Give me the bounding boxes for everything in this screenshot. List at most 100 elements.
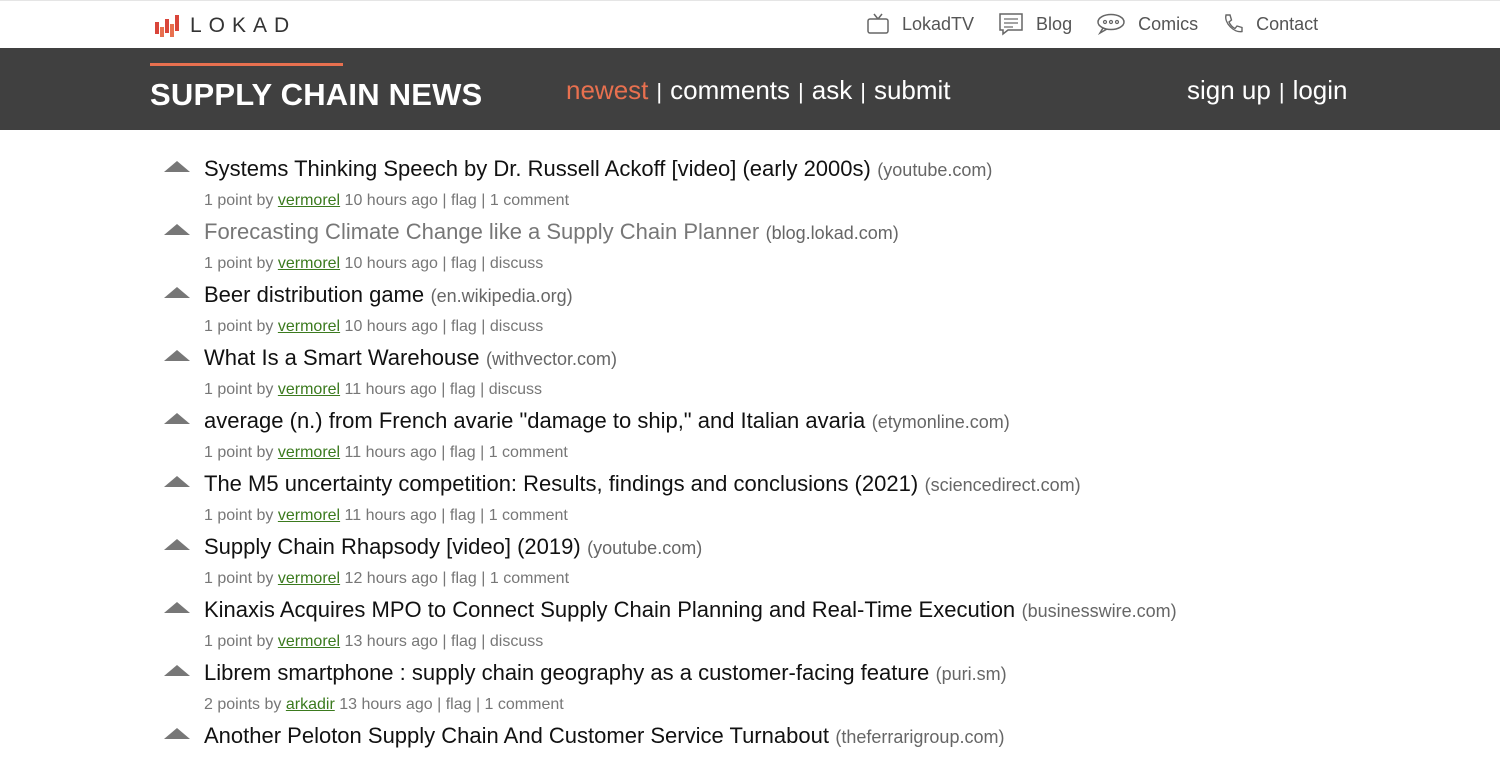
upvote-arrow-icon[interactable] (164, 539, 190, 550)
story-user-link[interactable]: vermorel (278, 192, 340, 209)
story-user-link[interactable]: arkadir (286, 696, 335, 713)
blog-icon (999, 13, 1023, 36)
upvote-arrow-icon[interactable] (164, 287, 190, 298)
nav-separator: | (1278, 79, 1285, 104)
story-item: Beer distribution game (en.wikipedia.org… (0, 276, 1500, 339)
story-by: by (256, 381, 274, 398)
upvote-arrow-icon[interactable] (164, 728, 190, 739)
upvote-arrow-icon[interactable] (164, 161, 190, 172)
story-title-line: Forecasting Climate Change like a Supply… (204, 219, 899, 245)
story-discussion-link[interactable]: 1 comment (485, 696, 564, 713)
lokad-logo-icon (155, 15, 179, 37)
story-user-link[interactable]: vermorel (278, 318, 340, 335)
story-title-line: Supply Chain Rhapsody [video] (2019) (yo… (204, 534, 702, 560)
story-discussion-link[interactable]: discuss (490, 255, 543, 272)
upvote-arrow-icon[interactable] (164, 476, 190, 487)
comics-icon (1097, 13, 1125, 35)
story-flag-link[interactable]: flag (446, 696, 472, 713)
story-flag-link[interactable]: flag (450, 507, 476, 524)
nav-separator: | (860, 79, 866, 104)
tv-icon (867, 13, 889, 34)
story-item: Another Peloton Supply Chain And Custome… (0, 717, 1500, 780)
story-title-link[interactable]: What Is a Smart Warehouse (204, 345, 480, 370)
meta-separator: | (442, 570, 447, 587)
upvote-arrow-icon[interactable] (164, 665, 190, 676)
topnav-contact-label: Contact (1256, 13, 1319, 34)
site-title-wrap: SUPPLY CHAIN NEWS (150, 63, 482, 113)
story-by: by (256, 318, 274, 335)
story-title-link[interactable]: Forecasting Climate Change like a Supply… (204, 219, 759, 244)
story-title-link[interactable]: Beer distribution game (204, 282, 424, 307)
nav-ask[interactable]: ask (812, 75, 852, 106)
meta-separator: | (442, 255, 447, 272)
upvote-arrow-icon[interactable] (164, 350, 190, 361)
story-title-link[interactable]: Systems Thinking Speech by Dr. Russell A… (204, 156, 871, 181)
story-age: 11 hours ago (344, 444, 437, 461)
story-discussion-link[interactable]: discuss (490, 633, 543, 650)
site-title[interactable]: SUPPLY CHAIN NEWS (150, 77, 482, 112)
story-title-link[interactable]: Another Peloton Supply Chain And Custome… (204, 723, 829, 748)
story-flag-link[interactable]: flag (451, 255, 477, 272)
nav-submit[interactable]: submit (874, 75, 951, 106)
story-domain: (blog.lokad.com) (765, 223, 899, 243)
topnav-lokadtv[interactable]: LokadTV (866, 12, 974, 36)
story-discussion-link[interactable]: 1 comment (489, 507, 568, 524)
story-user-link[interactable]: vermorel (278, 507, 340, 524)
topnav-comics[interactable]: Comics (1096, 13, 1198, 35)
story-discussion-link[interactable]: 1 comment (489, 444, 568, 461)
story-meta: 1 point by vermorel 10 hours ago | flag … (204, 255, 543, 273)
story-user-link[interactable]: vermorel (278, 633, 340, 650)
topnav-blog-label: Blog (1036, 13, 1073, 34)
story-flag-link[interactable]: flag (451, 633, 477, 650)
story-title-link[interactable]: The M5 uncertainty competition: Results,… (204, 471, 918, 496)
signup-link[interactable]: sign up (1187, 75, 1271, 106)
story-item: What Is a Smart Warehouse (withvector.co… (0, 339, 1500, 402)
upvote-arrow-icon[interactable] (164, 413, 190, 424)
story-title-link[interactable]: Librem smartphone : supply chain geograp… (204, 660, 929, 685)
story-title-link[interactable]: average (n.) from French avarie "damage … (204, 408, 865, 433)
story-item: Systems Thinking Speech by Dr. Russell A… (0, 150, 1500, 213)
story-flag-link[interactable]: flag (450, 381, 476, 398)
story-user-link[interactable]: vermorel (278, 570, 340, 587)
story-by: by (256, 507, 274, 524)
story-age: 10 hours ago (344, 318, 438, 335)
story-flag-link[interactable]: flag (451, 570, 477, 587)
story-discussion-link[interactable]: 1 comment (490, 570, 569, 587)
story-discussion-link[interactable]: discuss (489, 381, 542, 398)
story-title-link[interactable]: Kinaxis Acquires MPO to Connect Supply C… (204, 597, 1015, 622)
upvote-arrow-icon[interactable] (164, 602, 190, 613)
story-age: 13 hours ago (344, 633, 438, 650)
story-flag-link[interactable]: flag (450, 444, 476, 461)
story-user-link[interactable]: vermorel (278, 255, 340, 272)
story-points: 1 point (204, 633, 253, 650)
meta-separator: | (442, 192, 447, 209)
nav-comments[interactable]: comments (670, 75, 790, 106)
story-domain: (en.wikipedia.org) (430, 286, 573, 306)
nav-newest[interactable]: newest (566, 75, 648, 106)
story-discussion-link[interactable]: 1 comment (490, 192, 569, 209)
title-accent-bar (150, 63, 343, 66)
story-age: 12 hours ago (344, 570, 438, 587)
meta-separator: | (481, 192, 486, 209)
lokad-logo[interactable]: LOKAD (155, 13, 296, 39)
story-meta: 1 point by vermorel 11 hours ago | flag … (204, 507, 568, 525)
topnav-contact[interactable]: Contact (1222, 13, 1318, 35)
story-meta: 1 point by vermorel 13 hours ago | flag … (204, 633, 543, 651)
story-flag-link[interactable]: flag (451, 192, 477, 209)
story-discussion-link[interactable]: discuss (490, 318, 543, 335)
topnav-blog[interactable]: Blog (998, 12, 1072, 36)
story-user-link[interactable]: vermorel (278, 444, 340, 461)
story-item: average (n.) from French avarie "damage … (0, 402, 1500, 465)
story-flag-link[interactable]: flag (451, 318, 477, 335)
story-by: by (256, 570, 274, 587)
story-points: 1 point (204, 444, 253, 461)
upvote-arrow-icon[interactable] (164, 224, 190, 235)
meta-separator: | (481, 318, 486, 335)
topnav-lokadtv-label: LokadTV (902, 13, 975, 34)
story-meta: 1 point by vermorel 11 hours ago | flag … (204, 381, 542, 399)
story-title-line: Another Peloton Supply Chain And Custome… (204, 723, 1004, 749)
login-link[interactable]: login (1293, 75, 1348, 106)
story-title-link[interactable]: Supply Chain Rhapsody [video] (2019) (204, 534, 581, 559)
story-user-link[interactable]: vermorel (278, 381, 340, 398)
story-title-line: What Is a Smart Warehouse (withvector.co… (204, 345, 617, 371)
